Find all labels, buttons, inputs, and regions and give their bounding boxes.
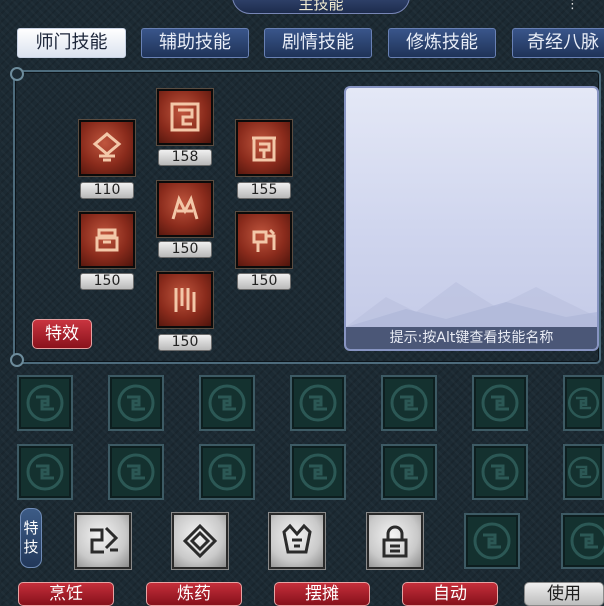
rune-skill-2-icon bbox=[170, 102, 200, 132]
more-icon[interactable]: ⋮ bbox=[566, 0, 579, 12]
special-skill-slot-4[interactable] bbox=[366, 512, 424, 570]
special-skill-3-icon bbox=[282, 523, 312, 554]
empty-slot-emblem-icon bbox=[481, 384, 519, 422]
skill-slot-7[interactable] bbox=[156, 271, 214, 329]
rune-skill-4-icon bbox=[95, 228, 119, 252]
special-skill-slot-1[interactable] bbox=[74, 512, 132, 570]
rune-skill-5-icon bbox=[171, 194, 199, 220]
title-plate: 主技能 bbox=[232, 0, 410, 14]
empty-skill-slot[interactable] bbox=[17, 375, 73, 431]
empty-skill-slot[interactable] bbox=[472, 375, 528, 431]
tab-cultivation-skills[interactable]: 修炼技能 bbox=[388, 28, 496, 58]
empty-skill-slot[interactable] bbox=[563, 375, 604, 431]
stall-button[interactable]: 摆摊 bbox=[274, 582, 370, 606]
empty-slot-emblem-icon bbox=[208, 453, 246, 491]
empty-slot-emblem-icon bbox=[117, 384, 155, 422]
frame-corner-ornament bbox=[10, 353, 24, 367]
empty-skill-slot[interactable] bbox=[472, 444, 528, 500]
cooking-button[interactable]: 烹饪 bbox=[18, 582, 114, 606]
auto-button[interactable]: 自动 bbox=[402, 582, 498, 606]
special-skill-1-icon bbox=[90, 526, 119, 554]
skill-slot-3[interactable] bbox=[235, 119, 293, 177]
tab-meridians[interactable]: 奇经八脉 bbox=[512, 28, 604, 58]
alchemy-button[interactable]: 炼药 bbox=[146, 582, 242, 606]
skill-level-2: 158 bbox=[158, 149, 212, 166]
skill-slot-2[interactable] bbox=[156, 88, 214, 146]
empty-special-slot[interactable] bbox=[464, 513, 520, 569]
rune-skill-6-icon bbox=[252, 228, 276, 252]
empty-slot-emblem-icon bbox=[570, 522, 604, 560]
title-bar: 主技能 ⋮ bbox=[0, 0, 604, 14]
empty-slot-emblem-icon bbox=[567, 387, 600, 419]
skill-tabs: 师门技能 辅助技能 剧情技能 修炼技能 奇经八脉 bbox=[0, 28, 604, 60]
rune-skill-3-icon bbox=[252, 136, 276, 162]
empty-skill-slot[interactable] bbox=[381, 444, 437, 500]
rune-skill-1-icon bbox=[92, 132, 122, 162]
special-skill-slot-3[interactable] bbox=[268, 512, 326, 570]
effect-button[interactable]: 特效 bbox=[32, 319, 92, 349]
empty-slot-emblem-icon bbox=[208, 384, 246, 422]
tab-school-skills[interactable]: 师门技能 bbox=[17, 28, 126, 58]
tab-auxiliary-skills[interactable]: 辅助技能 bbox=[141, 28, 249, 58]
skill-slot-1[interactable] bbox=[78, 119, 136, 177]
empty-skill-slot[interactable] bbox=[17, 444, 73, 500]
window-title: 主技能 bbox=[298, 0, 344, 13]
rune-skill-7-icon bbox=[174, 288, 196, 312]
special-label-char-2: 技 bbox=[23, 538, 39, 556]
empty-skill-slot[interactable] bbox=[108, 444, 164, 500]
alt-hint-text: 提示:按Alt键查看技能名称 bbox=[346, 327, 597, 349]
empty-skill-slot[interactable] bbox=[563, 444, 604, 500]
empty-slot-emblem-icon bbox=[481, 453, 519, 491]
skill-level-3: 155 bbox=[237, 182, 291, 199]
empty-skill-slot[interactable] bbox=[290, 444, 346, 500]
empty-slot-emblem-icon bbox=[299, 453, 337, 491]
mountain-watermark-icon bbox=[346, 282, 597, 327]
skill-level-7: 150 bbox=[158, 334, 212, 351]
skill-level-5: 150 bbox=[158, 241, 212, 258]
empty-skill-slot[interactable] bbox=[381, 375, 437, 431]
tab-story-skills[interactable]: 剧情技能 bbox=[264, 28, 372, 58]
empty-slot-emblem-icon bbox=[299, 384, 337, 422]
special-skills-label: 特 技 bbox=[20, 508, 42, 568]
empty-slot-emblem-icon bbox=[26, 384, 64, 422]
special-label-char-1: 特 bbox=[23, 519, 39, 537]
skill-slot-6[interactable] bbox=[235, 211, 293, 269]
empty-slot-emblem-icon bbox=[390, 384, 428, 422]
empty-slot-emblem-icon bbox=[117, 453, 155, 491]
empty-skill-slot[interactable] bbox=[108, 375, 164, 431]
special-skill-2-icon bbox=[182, 523, 218, 559]
empty-special-slot[interactable] bbox=[561, 513, 604, 569]
empty-slot-emblem-icon bbox=[567, 456, 600, 488]
empty-slot-emblem-icon bbox=[390, 453, 428, 491]
empty-skill-slot[interactable] bbox=[199, 444, 255, 500]
empty-skill-slot[interactable] bbox=[290, 375, 346, 431]
skill-slot-5[interactable] bbox=[156, 180, 214, 238]
special-skill-slot-2[interactable] bbox=[171, 512, 229, 570]
empty-skill-slot[interactable] bbox=[199, 375, 255, 431]
empty-slot-emblem-icon bbox=[473, 522, 511, 560]
special-skill-4-icon bbox=[382, 525, 408, 558]
empty-slot-emblem-icon bbox=[26, 453, 64, 491]
use-button[interactable]: 使用 bbox=[524, 582, 604, 606]
frame-corner-ornament bbox=[10, 67, 24, 81]
skill-level-6: 150 bbox=[237, 273, 291, 290]
skill-info-panel: 提示:按Alt键查看技能名称 bbox=[344, 86, 599, 351]
skill-level-4: 150 bbox=[80, 273, 134, 290]
skill-slot-4[interactable] bbox=[78, 211, 136, 269]
skill-level-1: 110 bbox=[80, 182, 134, 199]
